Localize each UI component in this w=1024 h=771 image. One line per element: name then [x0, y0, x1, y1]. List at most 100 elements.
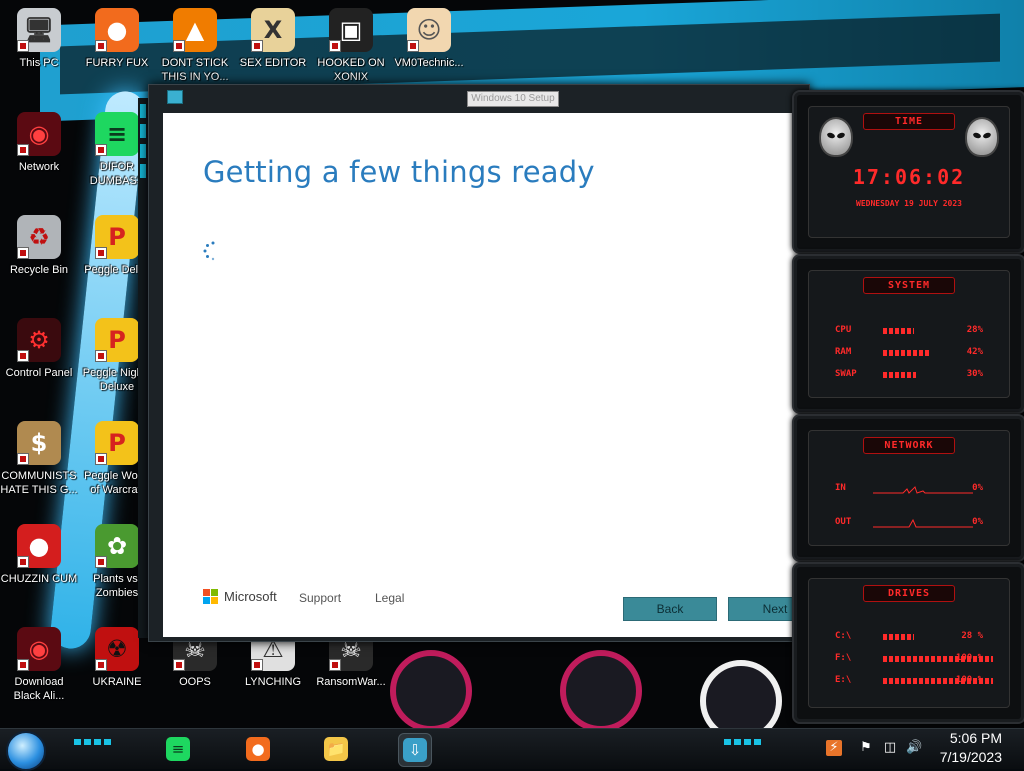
desktop-icon[interactable]: ⚙ Control Panel — [0, 318, 78, 380]
taskbar-app-button[interactable]: ⇩ — [398, 733, 432, 767]
taskbar-app-button[interactable]: 📁 — [320, 733, 352, 765]
taskbar-app-button[interactable]: ≡ — [162, 733, 194, 765]
desktop-icon[interactable]: ◉ Network — [0, 112, 78, 174]
gadget-date: WEDNESDAY 19 JULY 2023 — [856, 199, 962, 208]
action-center-flag-icon[interactable]: ⚑ — [858, 740, 874, 756]
shortcut-arrow-icon — [17, 40, 29, 52]
microsoft-brand-text: Microsoft — [224, 589, 277, 604]
doctor-icon: ☺ — [407, 8, 451, 52]
desktop-icon-label: UKRAINE — [92, 676, 142, 688]
wallpaper-figure-shoe — [390, 650, 472, 732]
desktop-icon-label: DONT STICK THIS IN YO... — [161, 57, 229, 83]
window-title: Windows 10 Setup — [467, 91, 559, 107]
wallpaper-figure-shoe — [560, 650, 642, 732]
gadget-row-meter — [883, 328, 914, 334]
time-gadget[interactable]: TIME 17:06:02 WEDNESDAY 19 JULY 2023 — [792, 90, 1024, 254]
peggle-icon: P — [95, 318, 139, 362]
shortcut-arrow-icon — [17, 350, 29, 362]
desktop-icon[interactable]: X SEX EDITOR — [234, 8, 312, 70]
legal-link[interactable]: Legal — [375, 591, 404, 605]
alien-head-icon — [965, 117, 999, 157]
clock-date: 7/19/2023 — [939, 749, 1002, 765]
desktop-icon-label: Recycle Bin — [9, 264, 69, 276]
support-link[interactable]: Support — [299, 591, 341, 605]
shortcut-arrow-icon — [95, 453, 107, 465]
desktop-icon[interactable]: ▲ DONT STICK THIS IN YO... — [156, 8, 234, 84]
gadget-clock: 17:06:02 — [852, 165, 966, 189]
desktop-icon[interactable]: ☺ VM0Technic... — [390, 8, 468, 70]
desktop-icon-label: HOOKED ON XONIX — [317, 57, 385, 83]
peggle-icon: P — [95, 421, 139, 465]
gadget-title: TIME — [863, 113, 955, 130]
window-titlebar[interactable]: Windows 10 Setup — [149, 85, 809, 111]
setup-app-icon — [167, 90, 183, 104]
system-gadget[interactable]: SYSTEM CPU 28% RAM 42% SWAP 30% — [792, 254, 1024, 414]
shortcut-arrow-icon — [251, 659, 263, 671]
alien-head-icon — [819, 117, 853, 157]
gadget-row-meter — [883, 634, 914, 640]
gadget-panel: DRIVES C:\ 28 % F:\ 100 % E:\ 100 % — [808, 578, 1010, 708]
desktop-icon[interactable]: $ COMMUNISTS HATE THIS G... — [0, 421, 78, 497]
gadget-row: C:\ 28 % — [835, 631, 983, 645]
page-title: Getting a few things ready — [203, 155, 595, 189]
desktop-icon-label: Network — [18, 161, 60, 173]
setup-footer: Microsoft Support Legal Back Next — [163, 567, 822, 637]
shortcut-arrow-icon — [17, 144, 29, 156]
shortcut-arrow-icon — [173, 659, 185, 671]
network-gadget[interactable]: NETWORK IN 0% OUT 0% — [792, 414, 1024, 562]
gadget-row-meter — [883, 350, 929, 356]
desktop-icon[interactable]: ♻ Recycle Bin — [0, 215, 78, 277]
recycle-bin-icon: ♻ — [17, 215, 61, 259]
gadget-row-label: OUT — [835, 517, 852, 527]
gadget-row-value: 100 % — [955, 675, 983, 685]
gadget-row-value: 0% — [972, 517, 983, 527]
shortcut-arrow-icon — [329, 659, 341, 671]
desktop-icon-label: Download Black Ali... — [13, 676, 65, 702]
back-button[interactable]: Back — [623, 597, 717, 621]
taskbar-app-button[interactable]: ● — [242, 733, 274, 765]
desktop-icon[interactable]: ● FURRY FUX — [78, 8, 156, 70]
gadget-row-label: SWAP — [835, 369, 857, 379]
gadget-row-label: CPU — [835, 325, 852, 335]
radiation-icon: ☢ — [95, 627, 139, 671]
alien-network-icon: ◉ — [17, 112, 61, 156]
money-bag-icon: $ — [17, 421, 61, 465]
spotify-icon: ≡ — [166, 737, 190, 761]
desktop-icon-label: LYNCHING — [244, 676, 302, 688]
desktop-icon[interactable]: ◉ Download Black Ali... — [0, 627, 78, 703]
network-icon[interactable]: ◫ — [882, 740, 898, 756]
shortcut-arrow-icon — [17, 247, 29, 259]
spotify-icon: ≡ — [95, 112, 139, 156]
desktop-icon[interactable]: ▣ HOOKED ON XONIX — [312, 8, 390, 84]
volume-icon[interactable]: 🔊 — [906, 740, 922, 756]
gadget-row-label: F:\ — [835, 653, 852, 663]
windows-setup-icon: ⇩ — [403, 738, 427, 762]
shortcut-arrow-icon — [95, 144, 107, 156]
desktop-icon-label: OOPS — [179, 676, 211, 688]
clock-time: 5:06 PM — [949, 730, 1002, 746]
tray-app-icon[interactable]: ⚡ — [826, 740, 842, 756]
gadget-row: E:\ 100 % — [835, 675, 993, 689]
control-panel-icon: ⚙ — [17, 318, 61, 362]
desktop-icon-label: Control Panel — [5, 367, 73, 379]
taskbar-clock[interactable]: 5:06 PM 7/19/2023 — [940, 729, 1002, 767]
drives-gadget[interactable]: DRIVES C:\ 28 % F:\ 100 % E:\ 100 % — [792, 562, 1024, 724]
desktop-icon[interactable]: 🖥 This PC — [0, 8, 78, 70]
shortcut-arrow-icon — [95, 350, 107, 362]
shortcut-arrow-icon — [95, 40, 107, 52]
desktop-icon-label: COMMUNISTS HATE THIS G... — [0, 470, 78, 496]
shortcut-arrow-icon — [407, 40, 419, 52]
shortcut-arrow-icon — [95, 659, 107, 671]
firefox-icon: ● — [95, 8, 139, 52]
gadget-row-label: RAM — [835, 347, 852, 357]
loading-spinner-icon — [203, 241, 215, 261]
computer-icon: 🖥 — [17, 8, 61, 52]
start-button[interactable] — [6, 731, 46, 771]
gadget-row: SWAP 30% — [835, 369, 983, 383]
vlc-cone-icon: ▲ — [173, 8, 217, 52]
desktop-icon[interactable]: ● CHUZZIN CUM — [0, 524, 78, 586]
windows-setup-window[interactable]: Windows 10 Setup Getting a few things re… — [148, 84, 822, 642]
gadget-panel: SYSTEM CPU 28% RAM 42% SWAP 30% — [808, 270, 1010, 398]
network-activity-graph — [873, 486, 973, 494]
gadget-row-value: 100 % — [955, 653, 983, 663]
